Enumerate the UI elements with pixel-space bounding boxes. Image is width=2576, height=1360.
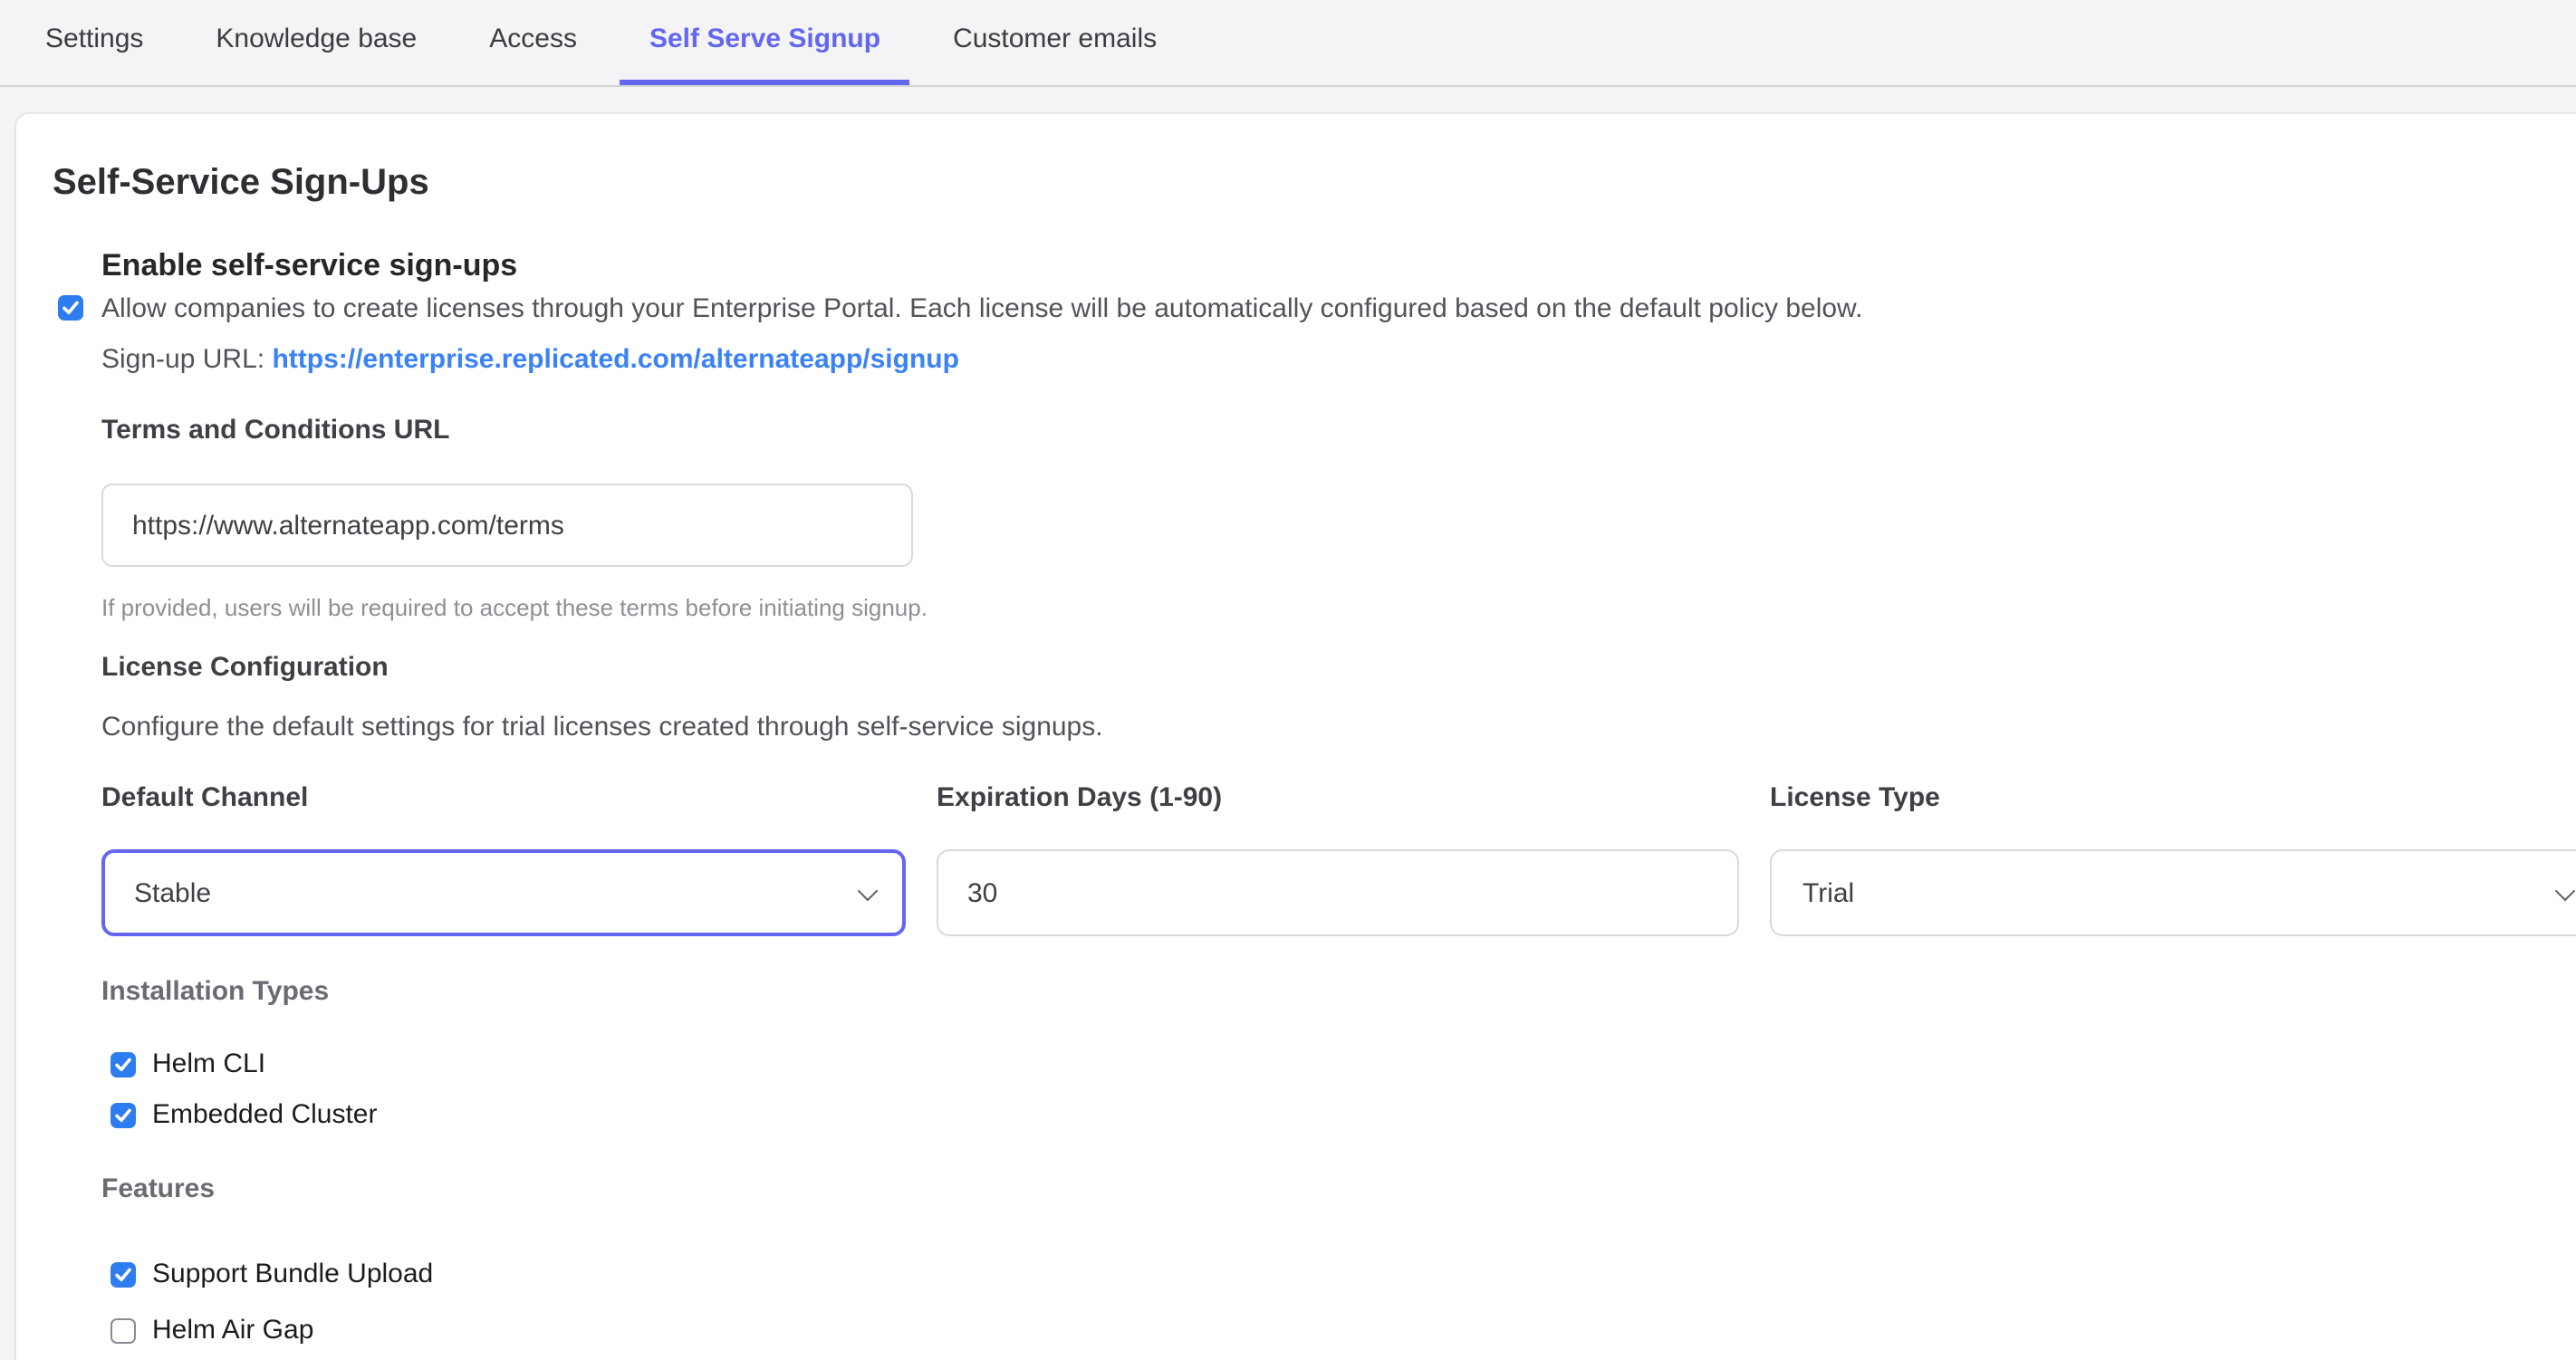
settings-page: Settings Knowledge base Access Self Serv… (0, 0, 2576, 1360)
tab-access[interactable]: Access (460, 0, 606, 85)
expiration-days-input[interactable] (937, 849, 1739, 936)
self-service-signups-card: Self-Service Sign-Ups Enable self-servic… (14, 112, 2576, 1360)
check-icon (114, 1056, 132, 1074)
tab-self-serve-signup[interactable]: Self Serve Signup (620, 0, 909, 85)
terms-url-input[interactable] (101, 484, 913, 567)
check-icon (62, 299, 80, 317)
expiration-days-label: Expiration Days (1-90) (937, 781, 1739, 815)
tab-knowledge-base[interactable]: Knowledge base (187, 0, 446, 85)
helm-cli-checkbox[interactable] (111, 1052, 136, 1077)
helm-air-gap-checkbox[interactable] (111, 1318, 136, 1344)
page-title: Self-Service Sign-Ups (53, 159, 2576, 206)
license-config-fields: Default Channel Stable Expiration Days (… (101, 781, 2576, 936)
helm-cli-row: Helm CLI (111, 1047, 2576, 1083)
embedded-cluster-label: Embedded Cluster (152, 1097, 377, 1134)
default-channel-field: Default Channel Stable (101, 781, 906, 936)
check-icon (114, 1106, 132, 1125)
terms-url-label: Terms and Conditions URL (101, 413, 2576, 447)
tab-bar: Settings Knowledge base Access Self Serv… (0, 0, 2576, 87)
signup-url-line: Sign-up URL: https://enterprise.replicat… (101, 342, 2576, 378)
default-channel-select[interactable]: Stable (101, 849, 906, 936)
enable-signups-row: Allow companies to create licenses throu… (58, 292, 2576, 328)
enable-section: Enable self-service sign-ups (101, 246, 2576, 286)
installation-types-heading: Installation Types (101, 974, 2576, 1009)
license-type-select[interactable]: Trial (1770, 849, 2576, 936)
helm-air-gap-label: Helm Air Gap (152, 1313, 313, 1349)
helm-air-gap-row: Helm Air Gap (111, 1313, 2576, 1349)
default-channel-select-wrap: Stable (101, 849, 906, 936)
support-bundle-upload-checkbox[interactable] (111, 1262, 136, 1288)
enable-signups-checkbox[interactable] (58, 295, 83, 321)
expiration-days-field: Expiration Days (1-90) (937, 781, 1739, 936)
license-configuration-description: Configure the default settings for trial… (101, 710, 2576, 746)
license-type-field: License Type Trial (1770, 781, 2576, 936)
tab-customer-emails[interactable]: Customer emails (924, 0, 1186, 85)
features-heading: Features (101, 1172, 2576, 1206)
check-icon (114, 1266, 132, 1284)
support-bundle-upload-row: Support Bundle Upload (111, 1257, 2576, 1293)
helm-cli-label: Helm CLI (152, 1047, 265, 1083)
enable-signups-description: Allow companies to create licenses throu… (101, 292, 1862, 328)
signup-url-link[interactable]: https://enterprise.replicated.com/altern… (272, 344, 959, 375)
license-configuration-heading: License Configuration (101, 650, 2576, 685)
signup-url-label: Sign-up URL: (101, 344, 272, 375)
license-type-label: License Type (1770, 781, 2576, 815)
support-bundle-upload-label: Support Bundle Upload (152, 1257, 433, 1293)
embedded-cluster-checkbox[interactable] (111, 1103, 136, 1128)
terms-url-helper: If provided, users will be required to a… (101, 592, 2576, 623)
tab-settings[interactable]: Settings (16, 0, 172, 85)
license-type-select-wrap: Trial (1770, 849, 2576, 936)
default-channel-label: Default Channel (101, 781, 906, 815)
enable-signups-heading: Enable self-service sign-ups (101, 246, 2576, 286)
embedded-cluster-row: Embedded Cluster (111, 1097, 2576, 1134)
